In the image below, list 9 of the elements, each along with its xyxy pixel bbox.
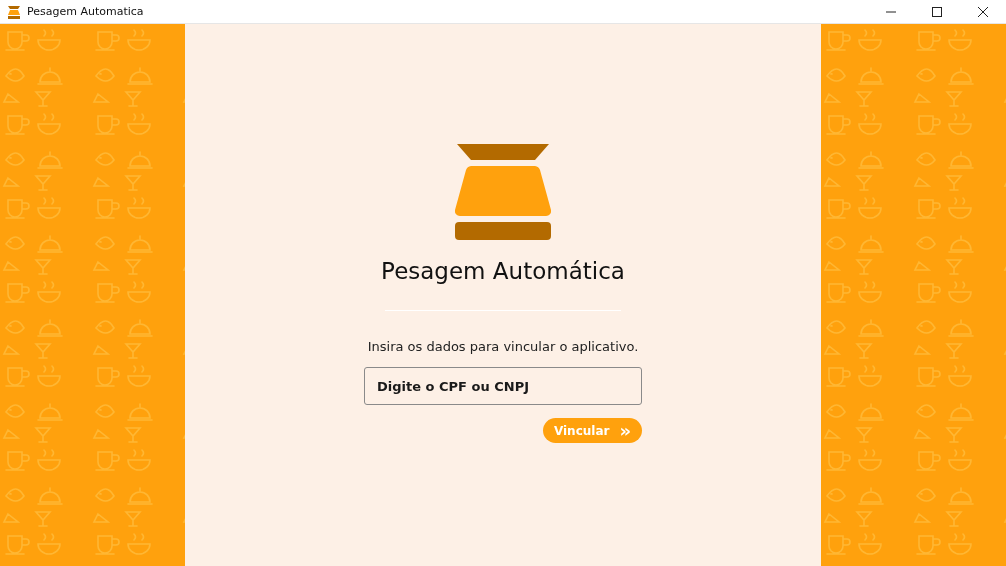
- window-title: Pesagem Automatica: [27, 5, 145, 18]
- link-button[interactable]: Vincular »: [543, 418, 642, 443]
- scale-logo-icon: [455, 144, 551, 240]
- maximize-icon: [932, 6, 942, 17]
- close-icon: [978, 6, 988, 17]
- app-heading: Pesagem Automática: [381, 258, 625, 284]
- instruction-text: Insira os dados para vincular o aplicativo.: [367, 339, 639, 354]
- scale-icon: [7, 4, 21, 19]
- document-input-field[interactable]: Digite o CPF ou CNPJ: [364, 367, 642, 405]
